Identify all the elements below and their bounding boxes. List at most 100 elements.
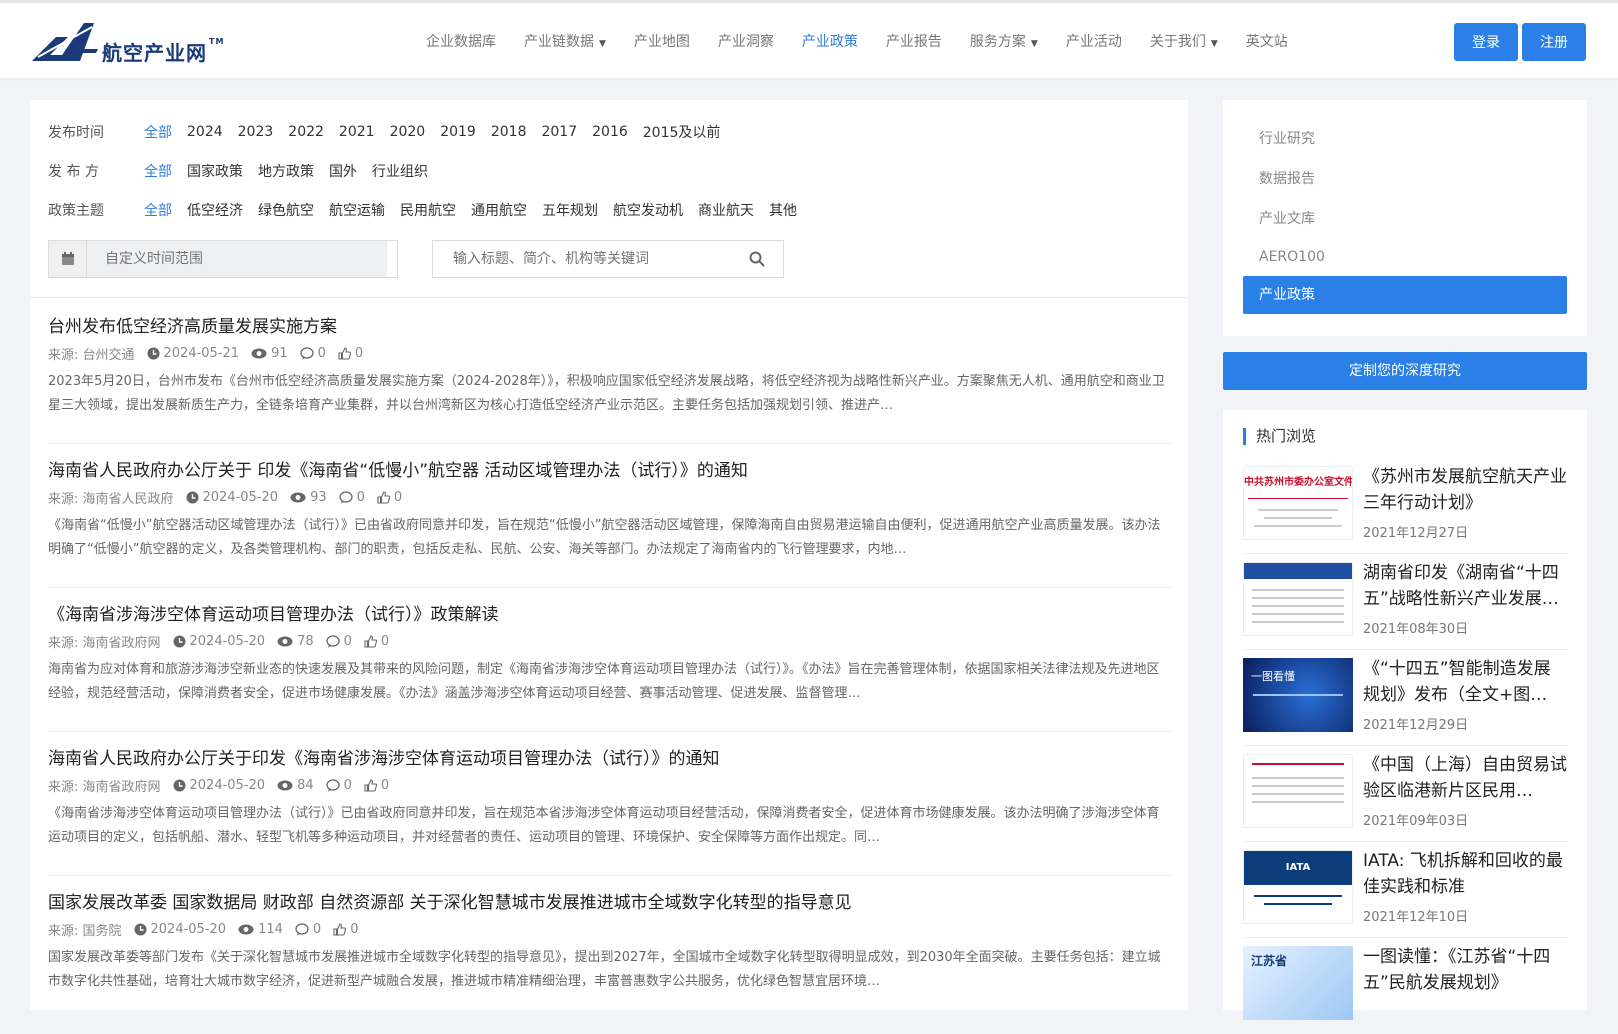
filter-option[interactable]: 2015及以前 <box>643 122 721 142</box>
article-likes: 0 <box>350 922 359 937</box>
filter-option[interactable]: 2024 <box>187 124 223 140</box>
article-source: 来源: 台州交通 <box>48 348 135 363</box>
article-date: 2024-05-20 <box>150 922 227 937</box>
article-item[interactable]: 海南省人民政府办公厅关于 印发《海南省“低慢小”航空器 活动区域管理办法（试行）… <box>48 442 1172 588</box>
filter-option[interactable]: 国外 <box>329 161 357 181</box>
ca-logo-icon <box>32 23 98 61</box>
nav-industry-report[interactable]: 产业报告 <box>886 29 942 55</box>
article-item[interactable]: 台州发布低空经济高质量发展实施方案 来源: 台州交通 2024-05-21 91… <box>48 298 1172 444</box>
hot-item-title[interactable]: 《中国（上海）自由贸易试验区临港新片区民用… <box>1363 752 1567 804</box>
article-title[interactable]: 海南省人民政府办公厅关于印发《海南省涉海涉空体育运动项目管理办法（试行）》的通知 <box>48 744 720 769</box>
nav-industry-map[interactable]: 产业地图 <box>634 29 690 55</box>
filter-option[interactable]: 地方政策 <box>258 161 314 181</box>
hot-item[interactable]: 《中国（上海）自由贸易试验区临港新片区民用… 2021年09年03日 <box>1243 746 1567 842</box>
article-title[interactable]: 国家发展改革委 国家数据局 财政部 自然资源部 关于深化智慧城市发展推进城市全域… <box>48 888 852 913</box>
nav-enterprise-database[interactable]: 企业数据库 <box>426 29 496 55</box>
hot-item[interactable]: IATA IATA: 飞机拆解和回收的最佳实践和标准 2021年12年10日 <box>1243 842 1567 938</box>
side-menu-data-report[interactable]: 数据报告 <box>1243 160 1567 198</box>
hot-item[interactable]: 中共苏州市委办公室文件 《苏州市发展航空航天产业三年行动计划》 2021年12月… <box>1243 458 1567 554</box>
hot-item[interactable]: 江苏省 一图读懂：《江苏省“十四五”民航发展规划》 <box>1243 938 1567 1034</box>
hot-item-title[interactable]: IATA: 飞机拆解和回收的最佳实践和标准 <box>1363 848 1567 900</box>
article-views: 91 <box>271 346 288 361</box>
filter-option[interactable]: 2023 <box>238 124 274 140</box>
login-button[interactable]: 登录 <box>1454 23 1518 61</box>
side-menu-industry-research[interactable]: 行业研究 <box>1243 120 1567 158</box>
hot-item-date: 2021年09年03日 <box>1363 814 1469 829</box>
eye-icon <box>277 780 293 791</box>
logo-trademark: TM <box>209 37 225 46</box>
filter-option[interactable]: 航空运输 <box>329 200 385 220</box>
comment-icon <box>325 635 340 648</box>
article-views: 93 <box>310 490 327 505</box>
article-title[interactable]: 《海南省涉海涉空体育运动项目管理办法（试行）》政策解读 <box>48 600 499 625</box>
nav-english-site[interactable]: 英文站 <box>1246 29 1288 55</box>
filter-option[interactable]: 航空发动机 <box>613 200 683 220</box>
filter-label: 政策主题 <box>48 203 104 219</box>
hot-item-title[interactable]: 《苏州市发展航空航天产业三年行动计划》 <box>1363 464 1567 516</box>
side-menu-industry-policy[interactable]: 产业政策 <box>1243 276 1567 314</box>
policy-list-panel: 发布时间 全部 2024 2023 2022 2021 2020 2019 20… <box>30 100 1188 1010</box>
article-source: 来源: 国务院 <box>48 924 122 939</box>
thumb-caption: 一图看懂 <box>1251 670 1295 683</box>
article-views: 114 <box>258 922 283 937</box>
thumbs-up-icon <box>338 347 351 360</box>
top-navbar: 航空产业网 TM 企业数据库 产业链数据 ▼ 产业地图 产业洞察 产业政策 产业报告… <box>0 0 1618 78</box>
article-summary: 《海南省涉海涉空体育运动项目管理办法（试行）》已由省政府同意并印发，旨在规范本省… <box>48 806 1160 845</box>
filter-option[interactable]: 2020 <box>390 124 426 140</box>
article-title[interactable]: 台州发布低空经济高质量发展实施方案 <box>48 312 337 337</box>
article-meta: 来源: 台州交通 2024-05-21 91 0 0 <box>48 344 375 363</box>
date-range-input[interactable] <box>87 241 387 277</box>
nav-industry-policy[interactable]: 产业政策 <box>802 29 858 55</box>
filter-option[interactable]: 商业航天 <box>698 200 754 220</box>
filter-option[interactable]: 2016 <box>592 124 628 140</box>
filter-option[interactable]: 其他 <box>769 200 797 220</box>
hot-item-title[interactable]: 《“十四五”智能制造发展规划》发布（全文+图… <box>1363 656 1567 708</box>
article-title[interactable]: 海南省人民政府办公厅关于 印发《海南省“低慢小”航空器 活动区域管理办法（试行）… <box>48 456 748 481</box>
nav-industry-insight[interactable]: 产业洞察 <box>718 29 774 55</box>
filter-option[interactable]: 2018 <box>491 124 527 140</box>
hot-thumbnail: 一图看懂 <box>1243 658 1353 732</box>
filter-option[interactable]: 全部 <box>144 161 172 181</box>
filter-option[interactable]: 国家政策 <box>187 161 243 181</box>
hot-item-date: 2021年12月29日 <box>1363 718 1469 733</box>
article-item[interactable]: 国家发展改革委 国家数据局 财政部 自然资源部 关于深化智慧城市发展推进城市全域… <box>48 874 1172 1020</box>
filter-option[interactable]: 民用航空 <box>400 200 456 220</box>
hot-browse-heading: 热门浏览 <box>1243 428 1316 445</box>
hot-item-title[interactable]: 湖南省印发《湖南省“十四五”战略性新兴产业发展… <box>1363 560 1567 612</box>
filter-option[interactable]: 五年规划 <box>542 200 598 220</box>
article-likes: 0 <box>393 490 403 505</box>
filter-option[interactable]: 全部 <box>144 122 172 142</box>
hot-item[interactable]: 湖南省印发《湖南省“十四五”战略性新兴产业发展… 2021年08年30日 <box>1243 554 1567 650</box>
filter-option[interactable]: 2021 <box>339 124 375 140</box>
search-input[interactable] <box>433 251 733 267</box>
chevron-down-icon: ▼ <box>599 39 606 49</box>
filter-option[interactable]: 行业组织 <box>372 161 428 181</box>
filter-section: 发布时间 全部 2024 2023 2022 2021 2020 2019 20… <box>30 100 1188 298</box>
filter-option[interactable]: 低空经济 <box>187 200 243 220</box>
date-range-picker[interactable] <box>48 240 398 278</box>
nav-about-us[interactable]: 关于我们 ▼ <box>1150 29 1218 55</box>
side-menu-industry-library[interactable]: 产业文库 <box>1243 200 1567 238</box>
nav-industry-events[interactable]: 产业活动 <box>1066 29 1122 55</box>
register-button[interactable]: 注册 <box>1522 23 1586 61</box>
article-item[interactable]: 海南省人民政府办公厅关于印发《海南省涉海涉空体育运动项目管理办法（试行）》的通知… <box>48 730 1172 876</box>
filter-option[interactable]: 2017 <box>541 124 577 140</box>
hot-item-title[interactable]: 一图读懂：《江苏省“十四五”民航发展规划》 <box>1363 944 1567 996</box>
search-icon[interactable] <box>749 251 765 267</box>
hot-item-date: 2021年12月27日 <box>1363 526 1469 541</box>
filter-option[interactable]: 2022 <box>288 124 324 140</box>
filter-option[interactable]: 通用航空 <box>471 200 527 220</box>
site-logo[interactable]: 航空产业网 TM <box>28 17 223 69</box>
filter-option[interactable]: 绿色航空 <box>258 200 314 220</box>
custom-research-button[interactable]: 定制您的深度研究 <box>1223 352 1587 390</box>
side-menu-aero100[interactable]: AERO100 <box>1243 238 1567 276</box>
hot-thumbnail: 中共苏州市委办公室文件 <box>1243 466 1353 540</box>
filter-option[interactable]: 2019 <box>440 124 476 140</box>
filter-option[interactable]: 全部 <box>144 200 172 220</box>
hot-item[interactable]: 一图看懂 《“十四五”智能制造发展规划》发布（全文+图… 2021年12月29日 <box>1243 650 1567 746</box>
nav-industry-chain-data[interactable]: 产业链数据 ▼ <box>524 29 606 55</box>
article-likes: 0 <box>380 634 390 649</box>
article-views: 84 <box>297 778 314 793</box>
article-item[interactable]: 《海南省涉海涉空体育运动项目管理办法（试行）》政策解读 来源: 海南省政府网 2… <box>48 586 1172 732</box>
nav-service-solutions[interactable]: 服务方案 ▼ <box>970 29 1038 55</box>
